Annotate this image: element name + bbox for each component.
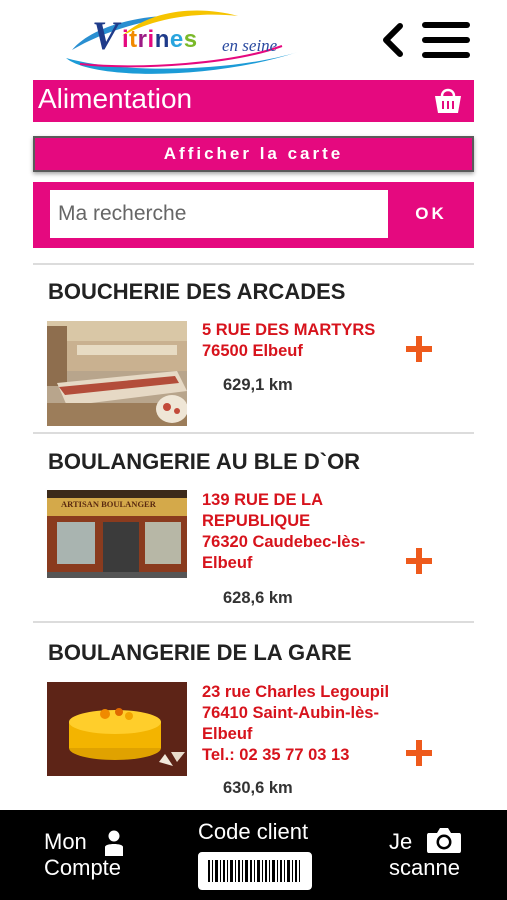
shop-distance: 629,1 km [223,376,293,394]
my-account-button[interactable]: Mon Compte [40,824,160,886]
shop-name[interactable]: BOULANGERIE AU BLE D`OR [48,449,360,475]
plus-icon[interactable] [406,740,432,766]
user-icon [105,830,123,856]
bottom-nav-bar: Mon Compte Code client Je scanne [0,810,507,900]
address-line: 76500 Elbeuf [202,342,303,360]
show-map-button[interactable]: Afficher la carte [33,136,474,172]
search-input[interactable] [50,190,388,238]
shopping-basket-icon[interactable] [432,84,464,116]
vitrines-en-seine-logo[interactable]: V itrines en seine [62,6,324,74]
search-bar: OK [33,182,474,248]
category-header: Alimentation [33,80,474,122]
shop-address: 139 RUE DE LA REPUBLIQUE 76320 Caudebec-… [202,490,402,574]
shop-address: 23 rue Charles Legoupil 76410 Saint-Aubi… [202,682,402,766]
shop-name[interactable]: BOULANGERIE DE LA GARE [48,640,352,666]
account-label-line2: Compte [44,855,122,880]
hamburger-menu-icon[interactable] [420,20,472,60]
address-line[interactable]: Tel.: 02 35 77 03 13 [202,745,402,766]
shop-photo-bakery-storefront[interactable]: ARTISAN BOULANGER [47,490,187,578]
plus-icon[interactable] [406,548,432,574]
divider [33,432,474,434]
address-line: Elbeuf [202,725,253,743]
address-line: Elbeuf [202,554,253,572]
logo-sub-text: en seine [222,36,278,55]
shop-photo-cake[interactable] [47,682,187,776]
scan-button[interactable]: Je scanne [386,824,476,886]
address-line: 76410 Saint-Aubin-lès- [202,704,379,722]
shop-distance: 628,6 km [223,589,293,607]
scan-label-line1: Je [389,829,413,854]
shop-name[interactable]: BOUCHERIE DES ARCADES [48,279,345,305]
customer-code-button[interactable]: Code client [192,818,316,894]
app-header: V itrines en seine [0,0,507,78]
shop-photo-butcher[interactable] [47,321,187,426]
storefront-sign-text: ARTISAN BOULANGER [61,499,156,509]
barcode-icon [198,852,312,890]
shop-address: 5 RUE DES MARTYRS 76500 Elbeuf [202,320,402,362]
category-title: Alimentation [38,83,193,114]
divider [33,263,474,265]
account-label-line1: Mon [44,829,87,854]
address-line: 5 RUE DES MARTYRS [202,321,376,339]
plus-icon[interactable] [406,336,432,362]
address-line: 23 rue Charles Legoupil [202,683,390,701]
scan-label-line2: scanne [389,855,460,880]
shop-distance: 630,6 km [223,779,293,797]
camera-icon [427,828,461,853]
address-line: 76320 Caudebec-lès- [202,533,366,551]
divider [33,621,474,623]
address-line: REPUBLIQUE [202,512,311,530]
logo-main-text: itrines [122,26,198,53]
address-line: 139 RUE DE LA [202,491,324,509]
logo-letter: V [92,13,119,58]
customer-code-label: Code client [198,819,309,844]
chevron-left-icon[interactable] [378,22,408,58]
search-ok-button[interactable]: OK [388,190,474,238]
